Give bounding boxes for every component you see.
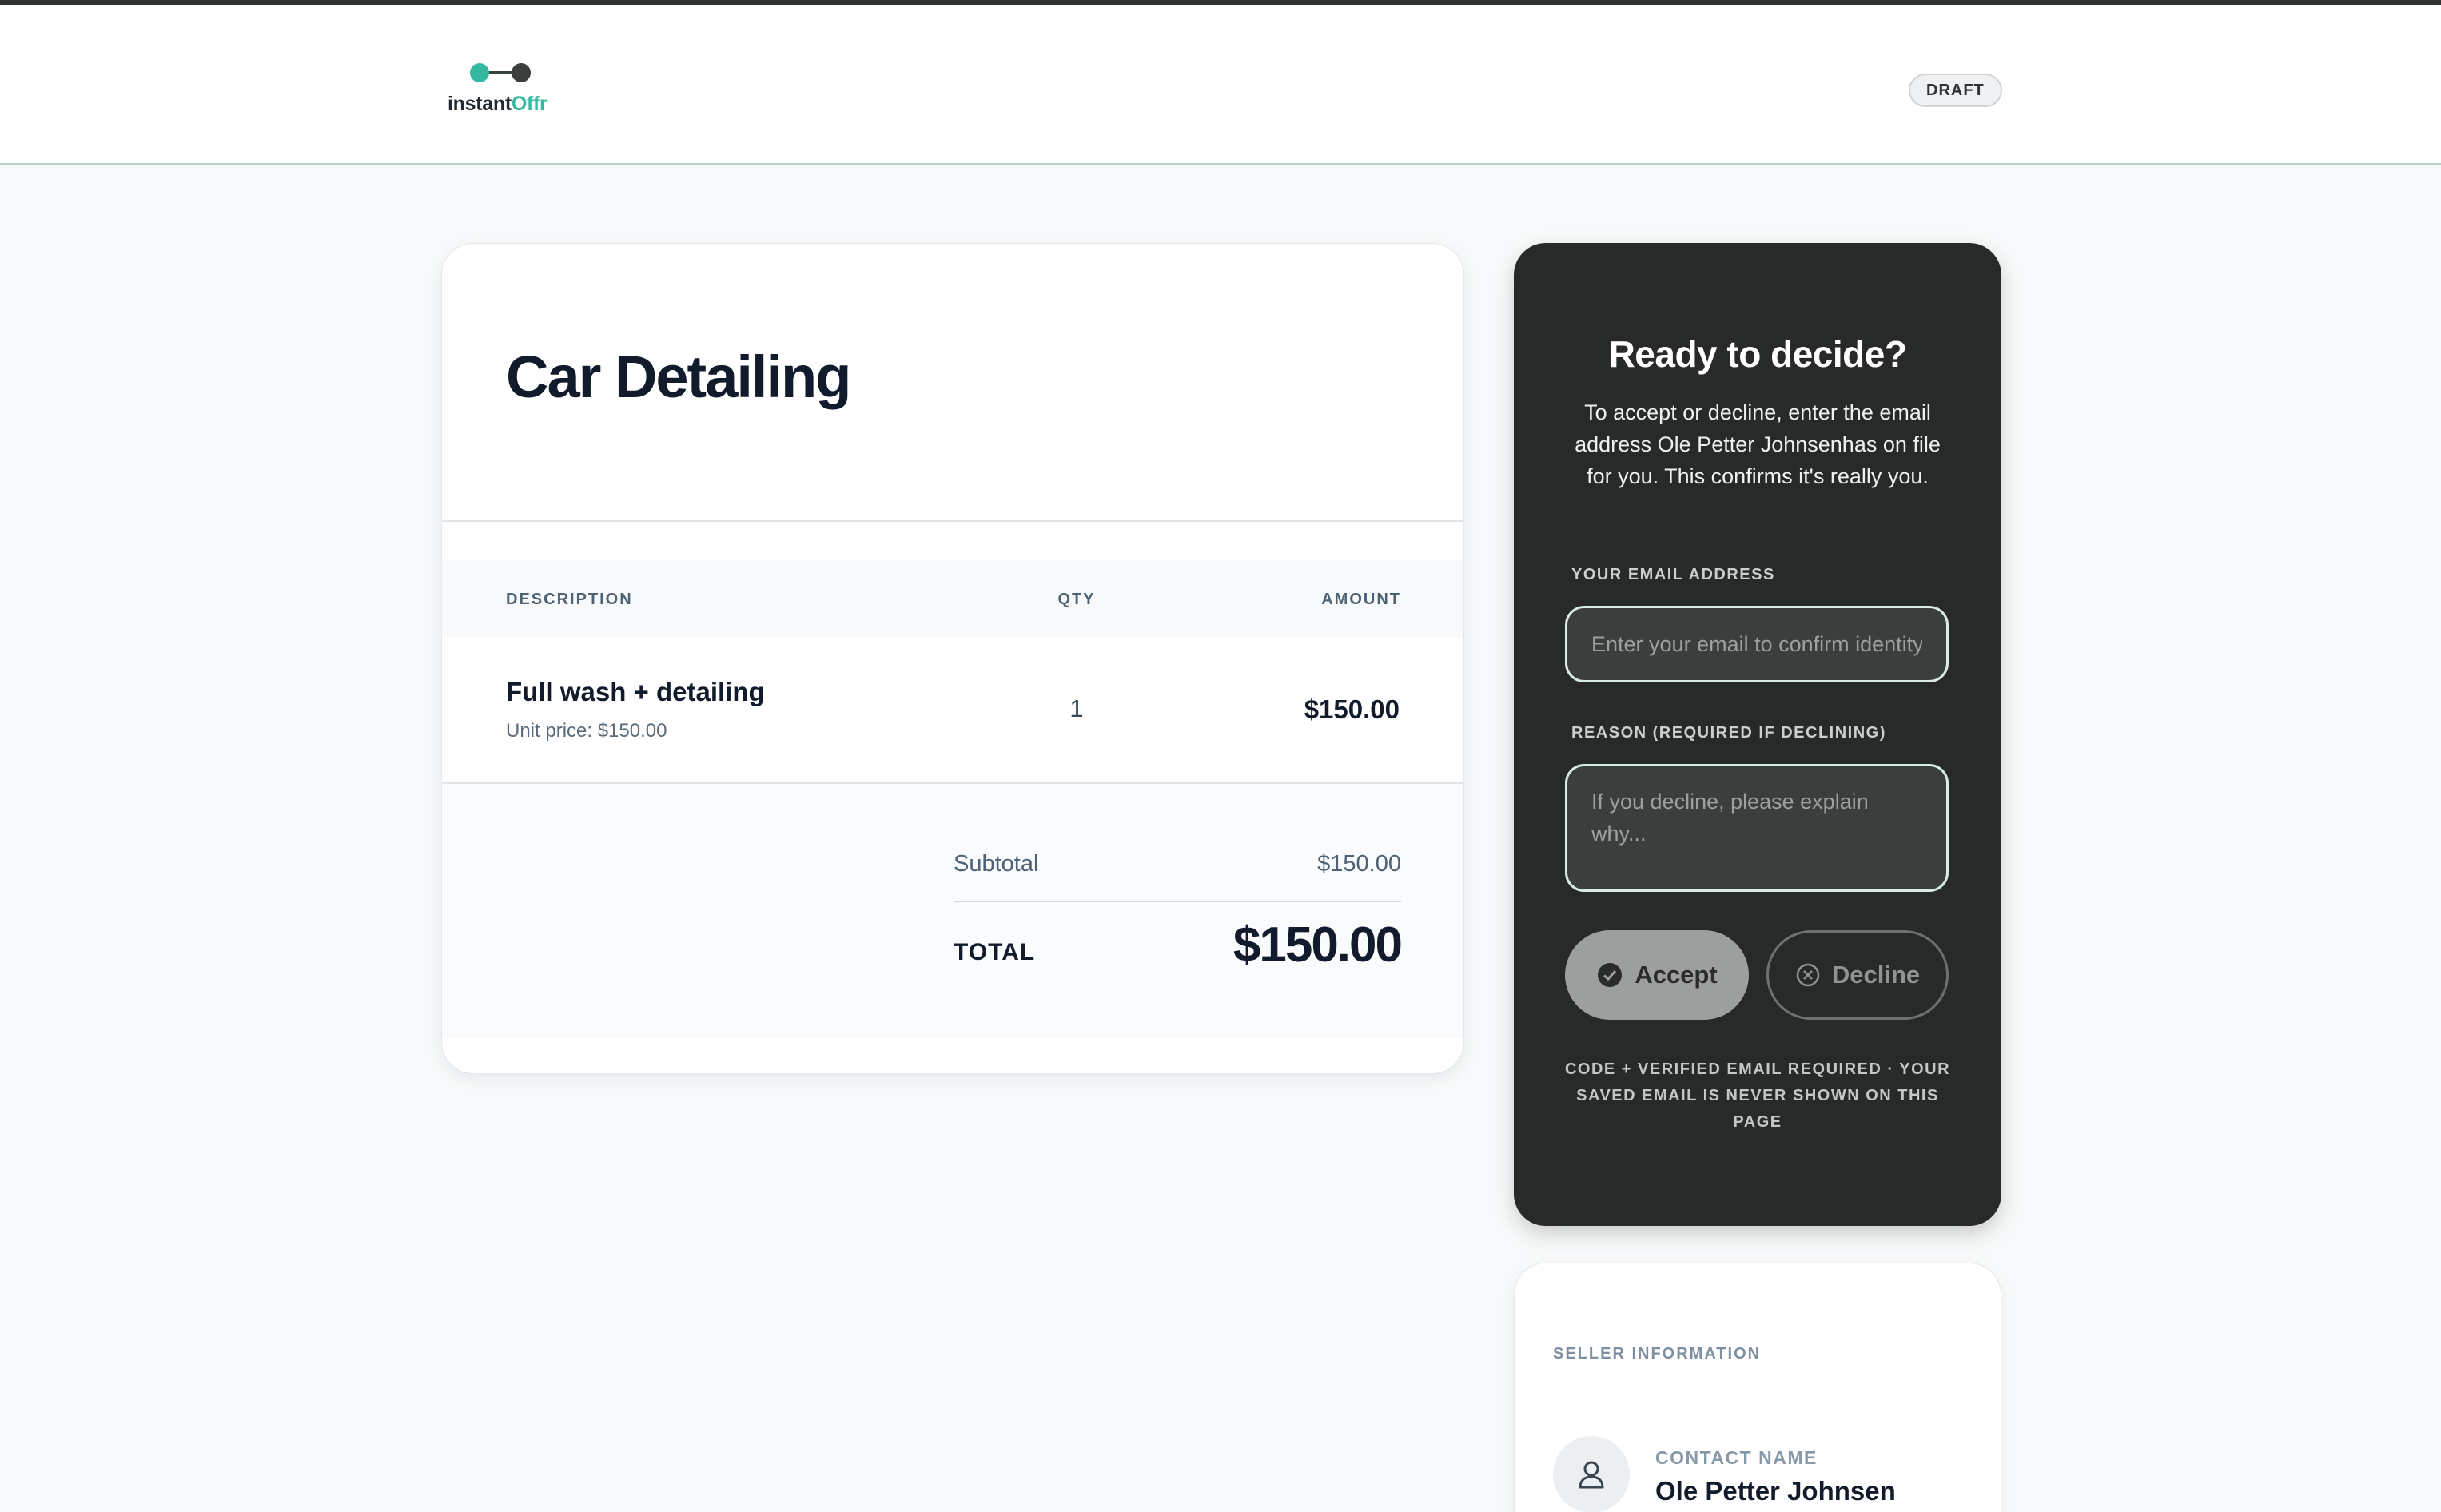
- check-circle-icon: [1598, 963, 1623, 987]
- reason-field-label: REASON (REQUIRED IF DECLINING): [1571, 724, 1886, 742]
- page-header: instantOffr DRAFT: [0, 5, 2441, 165]
- accept-button[interactable]: Accept: [1565, 930, 1749, 1020]
- brand-logo[interactable]: instantOffr: [448, 61, 559, 118]
- verification-note: CODE + VERIFIED EMAIL REQUIRED · YOUR SA…: [1564, 1060, 1951, 1131]
- email-field[interactable]: [1565, 606, 1949, 682]
- status-badge: DRAFT: [1909, 74, 2002, 107]
- decline-label: Decline: [1831, 961, 1921, 989]
- column-header-amount: AMOUNT: [1321, 591, 1401, 608]
- item-unit-price: Unit price: $150.00: [506, 720, 667, 742]
- decision-description: To accept or decline, enter the email ad…: [1575, 400, 1941, 488]
- contact-name-label: CONTACT NAME: [1655, 1447, 1818, 1468]
- email-field-label: YOUR EMAIL ADDRESS: [1571, 566, 1775, 583]
- seller-card: SELLER INFORMATION CONTACT NAME Ole Pett…: [1514, 1263, 2001, 1512]
- contact-name-value: Ole Petter Johnsen: [1655, 1476, 1896, 1506]
- reason-textarea[interactable]: [1565, 764, 1949, 892]
- item-amount: $150.00: [1304, 694, 1400, 724]
- decision-panel: Ready to decide? To accept or decline, e…: [1514, 243, 2001, 1226]
- logo-text-instant: instant: [448, 93, 512, 115]
- offer-card: Car Detailing DESCRIPTION QTY AMOUNT Ful…: [441, 243, 1464, 1074]
- items-table-header: DESCRIPTION QTY AMOUNT: [442, 560, 1463, 637]
- seller-section-title: SELLER INFORMATION: [1553, 1345, 1762, 1363]
- subtotal-label: Subtotal: [954, 851, 1039, 877]
- column-header-description: DESCRIPTION: [506, 591, 633, 608]
- total-value: $150.00: [1232, 917, 1403, 973]
- item-name: Full wash + detailing: [506, 677, 765, 706]
- user-icon: [1579, 1461, 1604, 1489]
- column-header-qty: QTY: [1057, 591, 1096, 608]
- logo-dots-icon: [470, 63, 531, 82]
- subtotal-value: $150.00: [1317, 851, 1401, 877]
- logo-text: instantOffr: [448, 93, 548, 116]
- total-divider: [954, 901, 1401, 902]
- decision-title: Ready to decide?: [1608, 333, 1907, 375]
- title-divider: [442, 520, 1463, 522]
- total-label: TOTAL: [954, 939, 1036, 965]
- x-circle-icon: [1796, 963, 1820, 987]
- accept-label: Accept: [1635, 961, 1718, 989]
- decline-button[interactable]: Decline: [1766, 930, 1949, 1020]
- offer-title: Car Detailing: [506, 344, 851, 410]
- item-qty: 1: [1069, 694, 1084, 722]
- totals-section: Subtotal $150.00 TOTAL $150.00: [442, 784, 1463, 1038]
- avatar: [1553, 1436, 1630, 1512]
- logo-text-offr: Offr: [511, 93, 548, 115]
